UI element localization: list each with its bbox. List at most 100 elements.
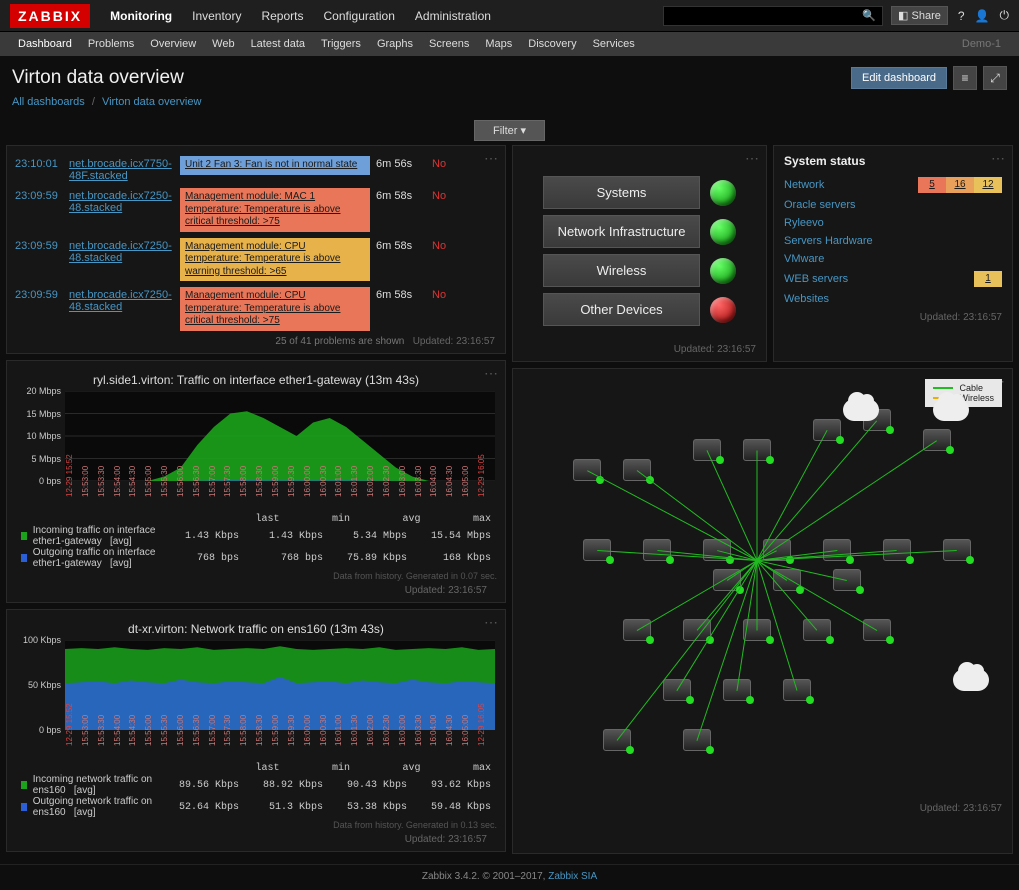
footer-link[interactable]: Zabbix SIA <box>548 871 597 882</box>
sysstatus-name[interactable]: WEB servers <box>784 273 974 285</box>
status-button[interactable]: Other Devices <box>543 293 700 326</box>
status-button[interactable]: Wireless <box>543 254 700 287</box>
mainmenu-item[interactable]: Configuration <box>314 9 405 23</box>
legend-row: Outgoing traffic on interface ether1-gat… <box>21 547 491 569</box>
search-icon: 🔍 <box>862 9 876 22</box>
breadcrumb-root[interactable]: All dashboards <box>12 96 85 108</box>
severity-badge[interactable]: 1 <box>974 271 1002 287</box>
search-box[interactable]: 🔍 <box>663 6 883 26</box>
sub-nav: DashboardProblemsOverviewWebLatest dataT… <box>0 32 1019 56</box>
problem-host[interactable]: net.brocade.icx7250-48.stacked <box>69 188 174 214</box>
sysstatus-row: Ryleevo <box>774 214 1012 232</box>
chart-title: ryl.side1.virton: Traffic on interface e… <box>15 367 497 391</box>
severity-badge[interactable]: 5 <box>918 177 946 193</box>
legend-swatch-icon <box>21 803 27 811</box>
subnav-item[interactable]: Latest data <box>243 38 313 50</box>
logo[interactable]: ZABBIX <box>10 4 90 28</box>
problem-host[interactable]: net.brocade.icx7750-48F.stacked <box>69 156 174 182</box>
subnav-item[interactable]: Maps <box>477 38 520 50</box>
chart-title: dt-xr.virton: Network traffic on ens160 … <box>15 616 497 640</box>
subnav-item[interactable]: Graphs <box>369 38 421 50</box>
problem-message[interactable]: Management module: CPU temperature: Temp… <box>180 238 370 282</box>
subnav-item[interactable]: Web <box>204 38 242 50</box>
sysstatus-name[interactable]: Ryleevo <box>784 217 1002 229</box>
problem-host[interactable]: net.brocade.icx7250-48.stacked <box>69 238 174 264</box>
mainmenu-item[interactable]: Administration <box>405 9 501 23</box>
subnav-item[interactable]: Screens <box>421 38 477 50</box>
subnav-item[interactable]: Services <box>585 38 643 50</box>
sysstatus-name[interactable]: Network <box>784 179 918 191</box>
status-button[interactable]: Systems <box>543 176 700 209</box>
status-row: Network Infrastructure <box>543 215 736 248</box>
fullscreen-icon[interactable]: ⤢ <box>983 66 1007 90</box>
problem-row[interactable]: 23:09:59 net.brocade.icx7250-48.stacked … <box>15 188 497 232</box>
legend-swatch-icon <box>21 554 27 562</box>
sysstatus-name[interactable]: Servers Hardware <box>784 235 1002 247</box>
subnav-item[interactable]: Overview <box>142 38 204 50</box>
chart-widget-traffic: ⋯ ryl.side1.virton: Traffic on interface… <box>6 360 506 603</box>
help-icon[interactable]: ? <box>958 9 965 23</box>
network-map[interactable]: CableWireless <box>513 369 1012 799</box>
mainmenu-item[interactable]: Reports <box>251 9 313 23</box>
problem-host[interactable]: net.brocade.icx7250-48.stacked <box>69 287 174 313</box>
widget-menu-icon[interactable]: ⋯ <box>991 150 1006 167</box>
hamburger-icon[interactable]: ≡ <box>953 66 977 90</box>
cloud-icon <box>933 399 969 421</box>
problem-age: 6m 58s <box>376 188 426 202</box>
problem-ack[interactable]: No <box>432 238 460 252</box>
problem-message[interactable]: Management module: MAC 1 temperature: Te… <box>180 188 370 232</box>
status-button[interactable]: Network Infrastructure <box>543 215 700 248</box>
widget-menu-icon[interactable]: ⋯ <box>745 150 760 167</box>
problem-message[interactable]: Management module: CPU temperature: Temp… <box>180 287 370 331</box>
filter-button[interactable]: Filter ▾ <box>474 120 545 141</box>
user-icon[interactable]: 👤 <box>975 9 990 23</box>
sysstatus-row: WEB servers1 <box>774 268 1012 290</box>
status-lamp-icon <box>710 180 736 206</box>
problem-ack[interactable]: No <box>432 188 460 202</box>
share-button[interactable]: ◧ Share <box>891 6 948 25</box>
severity-badge[interactable]: 16 <box>946 177 974 193</box>
sysstatus-name[interactable]: VMware <box>784 253 1002 265</box>
problem-ack[interactable]: No <box>432 156 460 170</box>
severity-badge[interactable]: 12 <box>974 177 1002 193</box>
problem-row[interactable]: 23:10:01 net.brocade.icx7750-48F.stacked… <box>15 156 497 182</box>
chart-widget-ens160: ⋯ dt-xr.virton: Network traffic on ens16… <box>6 609 506 852</box>
cloud-icon <box>953 669 989 691</box>
sysstatus-row: Network51612 <box>774 174 1012 196</box>
map-link <box>617 560 758 741</box>
sysstatus-name[interactable]: Oracle servers <box>784 199 1002 211</box>
status-lamp-icon <box>710 258 736 284</box>
edit-dashboard-button[interactable]: Edit dashboard <box>851 67 947 89</box>
subnav-item[interactable]: Discovery <box>520 38 584 50</box>
subnav-item[interactable]: Problems <box>80 38 142 50</box>
mainmenu-item[interactable]: Monitoring <box>100 9 182 23</box>
status-buttons-widget: ⋯ Systems Network Infrastructure Wireless O… <box>512 145 767 362</box>
power-icon[interactable]: ⏻ <box>1000 8 1010 23</box>
breadcrumb-current[interactable]: Virton data overview <box>102 96 201 108</box>
problem-time[interactable]: 23:09:59 <box>15 188 63 202</box>
system-status-widget: ⋯ System status Network51612Oracle serve… <box>773 145 1013 362</box>
widget-menu-icon[interactable]: ⋯ <box>484 365 499 382</box>
map-widget: ⋯ CableWireless Updated: 23:16:57 <box>512 368 1013 854</box>
problem-message[interactable]: Unit 2 Fan 3: Fan is not in normal state <box>180 156 370 175</box>
problem-time[interactable]: 23:10:01 <box>15 156 63 170</box>
problem-ack[interactable]: No <box>432 287 460 301</box>
subnav-item[interactable]: Triggers <box>313 38 369 50</box>
legend-row: Incoming traffic on interface ether1-gat… <box>21 525 491 547</box>
problem-row[interactable]: 23:09:59 net.brocade.icx7250-48.stacked … <box>15 287 497 331</box>
breadcrumb: All dashboards / Virton data overview <box>0 96 1019 116</box>
problem-age: 6m 58s <box>376 287 426 301</box>
widget-menu-icon[interactable]: ⋯ <box>484 150 499 167</box>
problems-widget: ⋯ 23:10:01 net.brocade.icx7750-48F.stack… <box>6 145 506 354</box>
map-link <box>757 561 758 631</box>
problem-time[interactable]: 23:09:59 <box>15 287 63 301</box>
page-header: Virton data overview Edit dashboard ≡ ⤢ <box>0 56 1019 96</box>
subnav-item[interactable]: Dashboard <box>10 38 80 50</box>
sysstatus-row: Websites <box>774 290 1012 308</box>
filter-bar: Filter ▾ <box>0 116 1019 145</box>
problem-row[interactable]: 23:09:59 net.brocade.icx7250-48.stacked … <box>15 238 497 282</box>
mainmenu-item[interactable]: Inventory <box>182 9 251 23</box>
sysstatus-name[interactable]: Websites <box>784 293 1002 305</box>
widget-menu-icon[interactable]: ⋯ <box>484 614 499 631</box>
problem-time[interactable]: 23:09:59 <box>15 238 63 252</box>
